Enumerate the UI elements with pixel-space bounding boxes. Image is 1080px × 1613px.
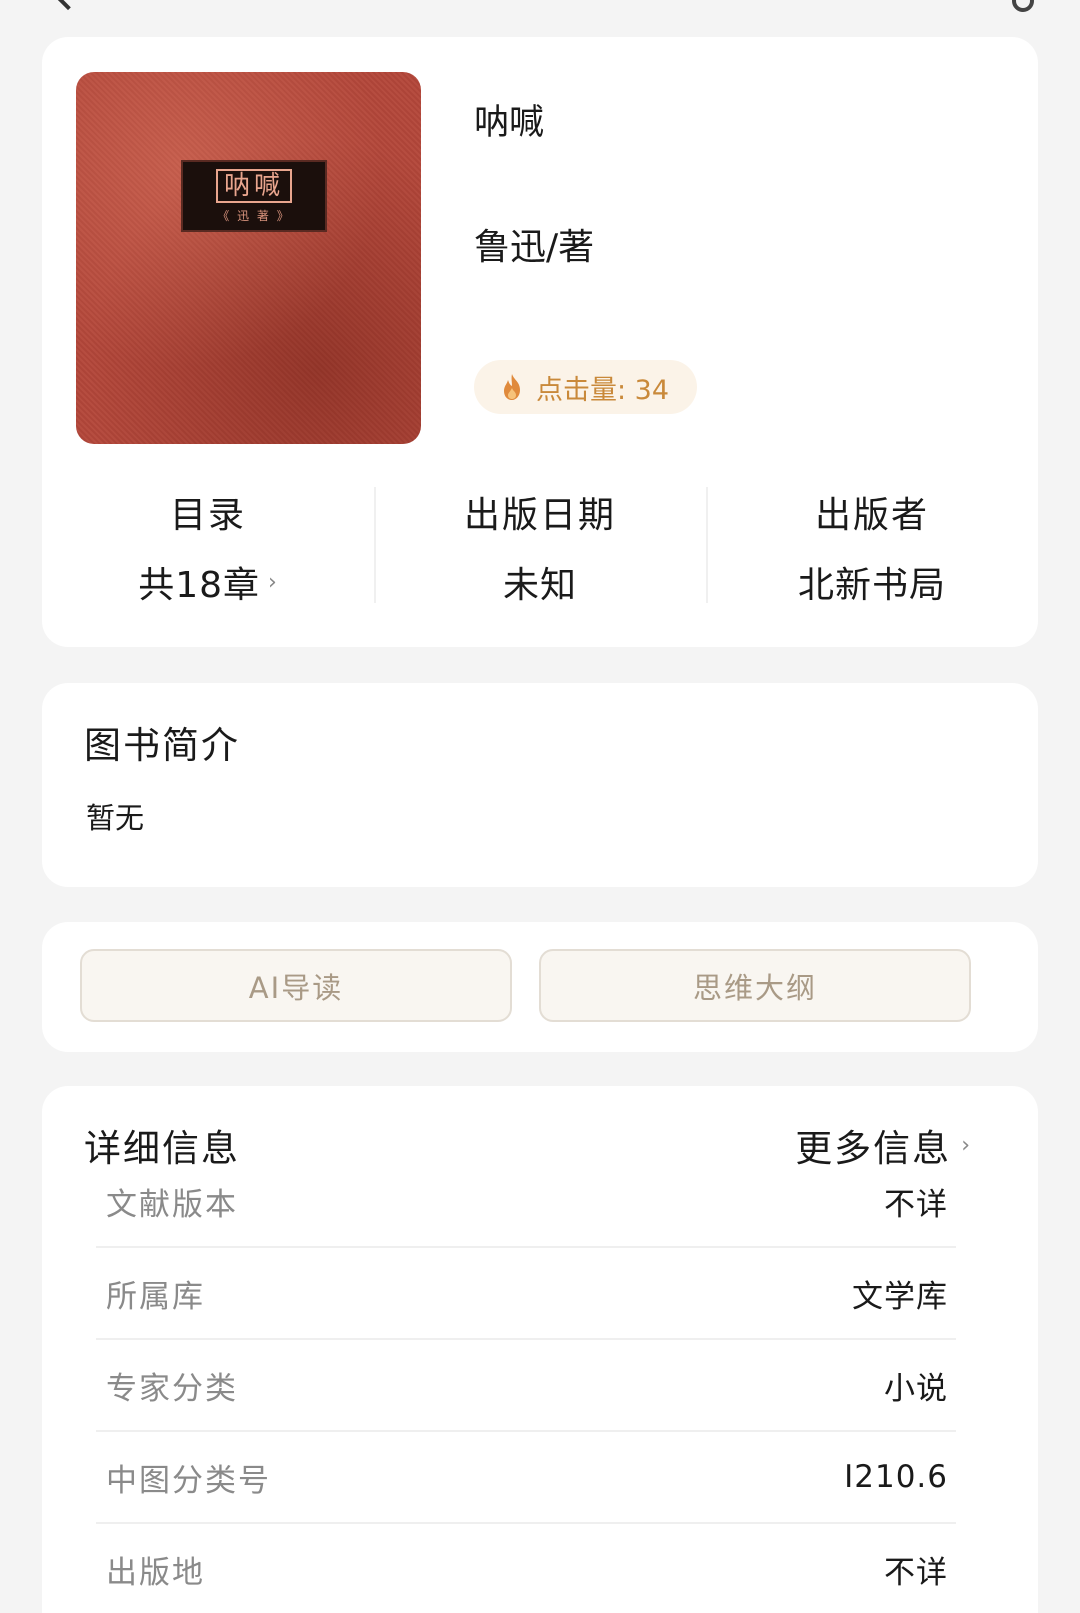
back-arrow-icon[interactable]: [53, 0, 83, 11]
flame-icon: [504, 374, 520, 400]
detail-value: 不详: [884, 1554, 948, 1591]
cover-subtitle: 《 迅 著 》: [217, 208, 291, 223]
cover-title-plate: 呐喊 《 迅 著 》: [181, 160, 327, 232]
chevron-right-icon: ›: [268, 569, 278, 595]
stat-publisher-label: 出版者: [814, 495, 929, 536]
stat-publisher-value: 北新书局: [797, 565, 946, 606]
details-card: 详细信息 更多信息 › 文献版本 不详 所属库 文学库 专家分类 小说 中图分类…: [42, 1086, 1038, 1613]
book-author[interactable]: 鲁迅/著: [474, 218, 594, 270]
detail-row-expert-category: 专家分类 小说: [96, 1340, 956, 1432]
detail-row-library: 所属库 文学库: [96, 1248, 956, 1340]
detail-key: 所属库: [106, 1278, 205, 1315]
detail-value: 文学库: [852, 1278, 948, 1315]
click-count-badge: 点击量: 34: [474, 360, 698, 414]
book-cover[interactable]: 呐喊 《 迅 著 》: [76, 72, 421, 444]
intro-title: 图书简介: [84, 724, 240, 767]
book-title: 呐喊: [474, 103, 545, 143]
chevron-right-icon: ›: [961, 1132, 972, 1158]
book-info-card: 呐喊 《 迅 著 》 呐喊 鲁迅/著 点击量: 34 目录 共18章 › 出版日…: [42, 37, 1038, 647]
detail-value: I210.6: [844, 1459, 948, 1495]
mind-map-button[interactable]: 思维大纲: [539, 949, 971, 1022]
book-detail-page: 呐喊 《 迅 著 》 呐喊 鲁迅/著 点击量: 34 目录 共18章 › 出版日…: [0, 0, 1080, 1613]
stat-catalog-label: 目录: [169, 495, 246, 536]
actions-card: AI导读 思维大纲: [42, 922, 1038, 1052]
top-bar: [0, 0, 1080, 36]
detail-row-publish-place: 出版地 不详: [96, 1524, 956, 1613]
detail-key: 专家分类: [106, 1370, 238, 1407]
stat-publisher: 出版者 北新书局: [706, 487, 1038, 607]
cover-title: 呐喊: [215, 168, 292, 203]
ai-guide-button[interactable]: AI导读: [80, 949, 512, 1022]
detail-key: 出版地: [106, 1554, 205, 1591]
book-stats: 目录 共18章 › 出版日期 未知 出版者 北新书局: [42, 487, 1038, 607]
detail-key: 文献版本: [106, 1186, 238, 1223]
more-icon[interactable]: [1012, 0, 1034, 12]
stat-catalog[interactable]: 目录 共18章 ›: [42, 487, 374, 607]
stat-publish-date: 出版日期 未知: [374, 487, 706, 607]
detail-value: 小说: [884, 1370, 948, 1407]
stat-publish-date-value: 未知: [502, 565, 577, 606]
detail-value: 不详: [884, 1186, 948, 1223]
detail-row-clc-number: 中图分类号 I210.6: [96, 1432, 956, 1524]
detail-key: 中图分类号: [106, 1462, 271, 1499]
intro-card: 图书简介 暂无: [42, 683, 1038, 887]
detail-row-edition: 文献版本 不详: [96, 1156, 956, 1248]
stat-catalog-value: 共18章 ›: [138, 556, 278, 608]
stat-publish-date-label: 出版日期: [463, 495, 616, 536]
intro-text: 暂无: [86, 801, 145, 835]
click-count-text: 点击量: 34: [536, 374, 670, 406]
stat-catalog-count: 共18章: [138, 565, 260, 606]
